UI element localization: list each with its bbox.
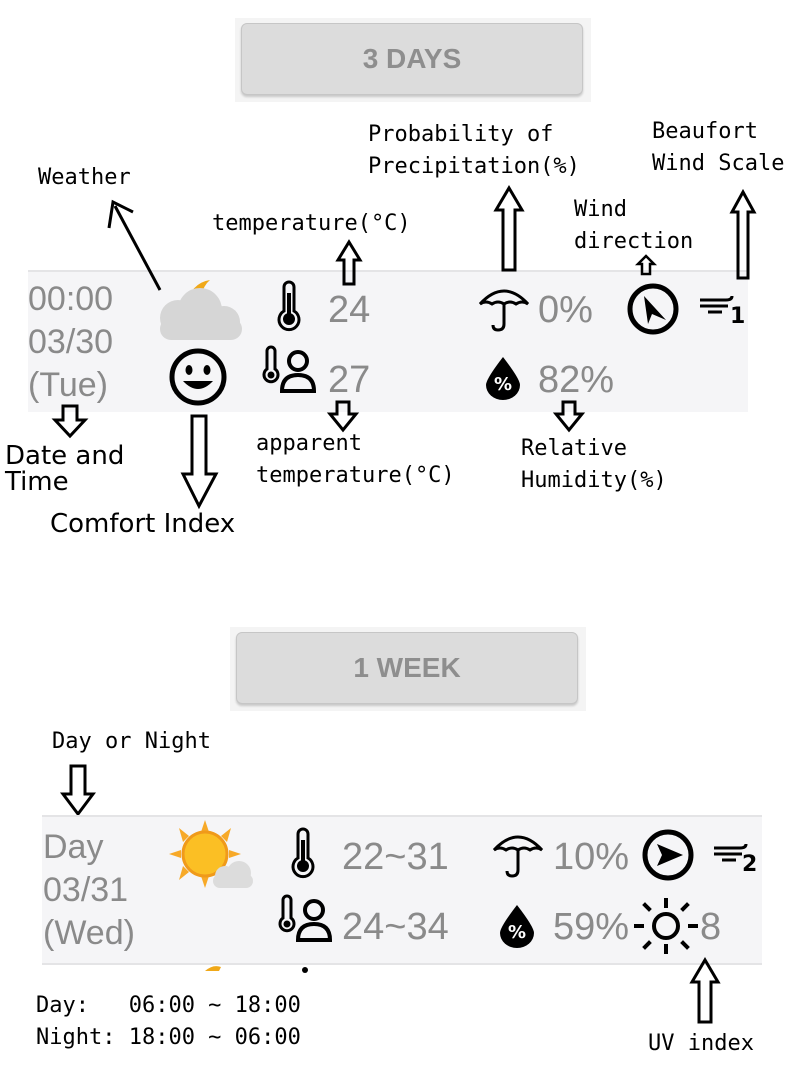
label-wind-direction-line2: direction <box>574 229 694 254</box>
svg-text:%: % <box>508 922 526 943</box>
apparent-temperature-icon <box>262 345 317 393</box>
label-night-hours: Night: 18:00 ~ 06:00 <box>36 1025 301 1050</box>
wind-scale-icon-week: 2 <box>714 843 757 877</box>
label-humidity-line2: Humidity(%) <box>521 468 667 493</box>
tab-bar-three-days: 3 DAYS <box>235 18 591 102</box>
arrow-beaufort <box>729 188 757 280</box>
wind-direction-icon <box>627 283 679 335</box>
arrow-pop <box>493 185 525 272</box>
smiley-face-icon <box>169 348 227 406</box>
forecast-weekday: (Tue) <box>28 366 108 404</box>
partly-cloudy-night-icon <box>160 280 242 340</box>
label-temperature: temperature(°C) <box>212 211 411 236</box>
thermometer-icon-week <box>291 827 315 879</box>
umbrella-icon-week <box>492 835 544 878</box>
humidity-drop-icon: % <box>486 357 520 400</box>
label-beaufort-line2: Wind Scale <box>652 151 785 176</box>
precipitation-value-week: 10% <box>553 836 630 878</box>
svg-text:%: % <box>494 374 512 395</box>
label-comfort-index: Comfort Index <box>50 509 236 539</box>
temperature-range-value: 22~31 <box>342 836 449 878</box>
forecast-date-week: 03/31 <box>43 871 129 909</box>
label-day-or-night: Day or Night <box>52 729 211 754</box>
thermometer-icon <box>277 280 301 332</box>
label-pop-line2: Precipitation(%) <box>368 154 580 179</box>
uv-index-value: 8 <box>700 906 722 948</box>
label-apparent-line2: temperature(°C) <box>256 463 455 488</box>
arrow-day-or-night <box>60 764 96 817</box>
label-weather: Weather <box>38 165 131 190</box>
forecast-date: 03/30 <box>28 323 114 361</box>
apparent-temperature-value: 27 <box>328 359 371 401</box>
arrow-comfort-index <box>180 414 219 510</box>
apparent-temperature-range-value: 24~34 <box>342 906 449 948</box>
tab-bar-one-week: 1 WEEK <box>230 627 586 711</box>
label-day-hours: Day: 06:00 ~ 18:00 <box>36 993 301 1018</box>
umbrella-icon <box>478 289 530 332</box>
arrow-wind-direction <box>634 254 658 276</box>
label-pop-line1: Probability of <box>368 122 554 147</box>
label-beaufort-line1: Beaufort <box>652 119 758 144</box>
temperature-value: 24 <box>328 289 371 331</box>
wind-scale-value: 1 <box>730 304 745 329</box>
wind-scale-value-week: 2 <box>742 852 757 877</box>
forecast-time: 00:00 <box>28 280 114 318</box>
precipitation-value: 0% <box>538 289 593 331</box>
sunny-partly-cloudy-icon <box>169 820 253 888</box>
apparent-temperature-icon-week <box>278 894 333 942</box>
arrow-weather <box>107 199 162 291</box>
arrow-temperature <box>335 239 363 286</box>
uv-index-icon <box>634 898 698 954</box>
wind-scale-icon: 1 <box>700 295 745 329</box>
humidity-value-week: 59% <box>553 906 630 948</box>
humidity-value: 82% <box>538 359 615 401</box>
tab-one-week[interactable]: 1 WEEK <box>236 632 578 704</box>
wind-direction-icon-week <box>642 829 694 881</box>
label-date-time-line1: Date and <box>5 441 125 471</box>
label-humidity-line1: Relative <box>521 436 627 461</box>
humidity-drop-icon-week: % <box>500 905 534 948</box>
label-wind-direction-line1: Wind <box>574 197 627 222</box>
forecast-weekday-week: (Wed) <box>43 914 135 952</box>
arrow-uv-index <box>689 957 721 1024</box>
label-date-time-line2: Time <box>5 467 69 497</box>
arrow-humidity <box>552 400 586 433</box>
arrow-date-time <box>51 404 89 439</box>
tab-three-days[interactable]: 3 DAYS <box>241 23 583 95</box>
label-apparent-line1: apparent <box>256 431 362 456</box>
label-uv-index: UV index <box>648 1031 754 1056</box>
forecast-period: Day <box>43 828 104 866</box>
next-row-peek <box>205 966 308 973</box>
